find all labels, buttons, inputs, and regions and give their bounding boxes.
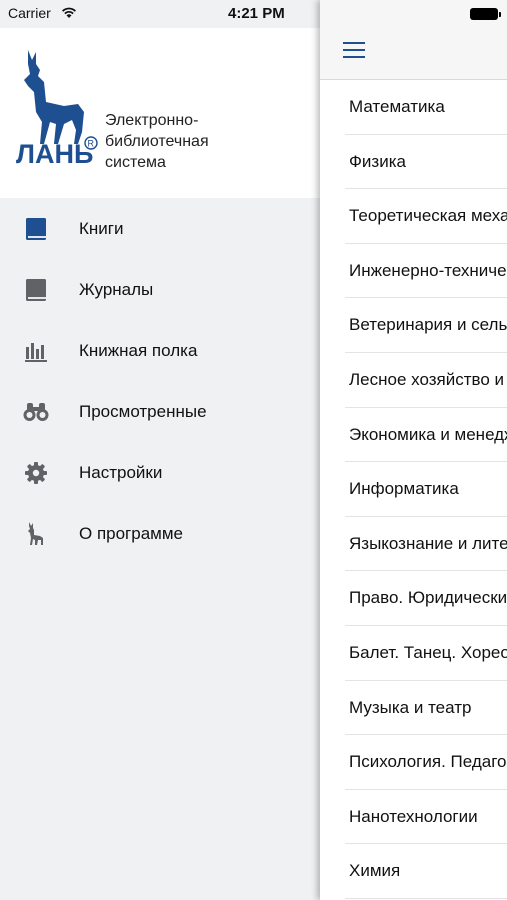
svg-text:R: R [88,139,95,149]
category-label: Языкознание и литературоведение [349,533,507,553]
menu-hamburger-icon[interactable] [343,42,365,59]
status-bar: Carrier 4:21 PM [0,0,507,28]
category-label: Инженерно-технические науки [349,260,507,280]
category-label: Физика [349,151,406,171]
wifi-icon [61,6,77,22]
side-drawer: ЛАНЬ R Электронно- библиотечная система … [0,0,320,900]
category-item[interactable]: Языкознание и литературоведение [345,517,507,572]
category-list: Математика Физика Теоретическая механика… [320,80,507,899]
category-label: Музыка и театр [349,697,472,717]
carrier-label: Carrier [8,5,51,21]
drawer-header: ЛАНЬ R Электронно- библиотечная система [0,28,320,198]
menu-item-bookshelf[interactable]: Книжная полка [0,320,320,381]
main-panel: Математика Физика Теоретическая механика… [320,0,507,900]
battery-icon [470,8,501,20]
category-item[interactable]: Право. Юридические науки [345,571,507,626]
binoculars-icon [23,399,49,425]
category-item[interactable]: Психология. Педагогика [345,735,507,790]
category-label: Нанотехнологии [349,806,478,826]
category-label: Право. Юридические науки [349,588,507,608]
category-item[interactable]: Балет. Танец. Хореография [345,626,507,681]
brand-description: Электронно- библиотечная система [105,110,209,173]
category-item[interactable]: Нанотехнологии [345,790,507,845]
brand-line: Электронно- [105,112,199,129]
category-item[interactable]: Ветеринария и сельское хозяйство [345,298,507,353]
menu-item-label: Книги [79,218,124,238]
category-item[interactable]: Математика [345,80,507,135]
category-item[interactable]: Лесное хозяйство и лесоинженерное дело [345,353,507,408]
svg-text:ЛАНЬ: ЛАНЬ [16,139,93,166]
menu-item-label: Журналы [79,279,154,299]
deer-icon [23,521,49,547]
menu-item-about[interactable]: О программе [0,503,320,564]
category-item[interactable]: Экономика и менеджмент [345,408,507,463]
menu-item-journals[interactable]: Журналы [0,259,320,320]
category-item[interactable]: Музыка и театр [345,681,507,736]
clock: 4:21 PM [228,5,285,22]
menu-item-label: О программе [79,523,184,543]
category-label: Экономика и менеджмент [349,424,507,444]
category-item[interactable]: Физика [345,135,507,190]
category-label: Ветеринария и сельское хозяйство [349,315,507,335]
category-item[interactable]: Химия [345,844,507,899]
category-item[interactable]: Информатика [345,462,507,517]
drawer-menu: Книги Журналы Книжная полка Просмотренны… [0,198,320,564]
gear-icon [23,460,49,486]
category-label: Психология. Педагогика [349,752,507,772]
category-label: Лесное хозяйство и лесоинженерное дело [349,369,507,389]
category-label: Информатика [349,479,459,499]
journal-icon [23,277,49,303]
menu-item-books[interactable]: Книги [0,198,320,259]
menu-item-label: Просмотренные [79,401,207,421]
menu-item-settings[interactable]: Настройки [0,442,320,503]
category-label: Балет. Танец. Хореография [349,642,507,662]
brand-line: система [105,154,166,171]
menu-item-viewed[interactable]: Просмотренные [0,381,320,442]
category-label: Теоретическая механика [349,206,507,226]
menu-item-label: Настройки [79,462,163,482]
bookshelf-icon [23,338,49,364]
menu-item-label: Книжная полка [79,340,198,360]
category-label: Химия [349,861,401,881]
brand-line: библиотечная [105,133,209,150]
category-label: Математика [349,97,445,116]
category-item[interactable]: Теоретическая механика [345,189,507,244]
category-item[interactable]: Инженерно-технические науки [345,244,507,299]
lan-logo: ЛАНЬ R [14,46,100,169]
book-icon [23,216,49,242]
